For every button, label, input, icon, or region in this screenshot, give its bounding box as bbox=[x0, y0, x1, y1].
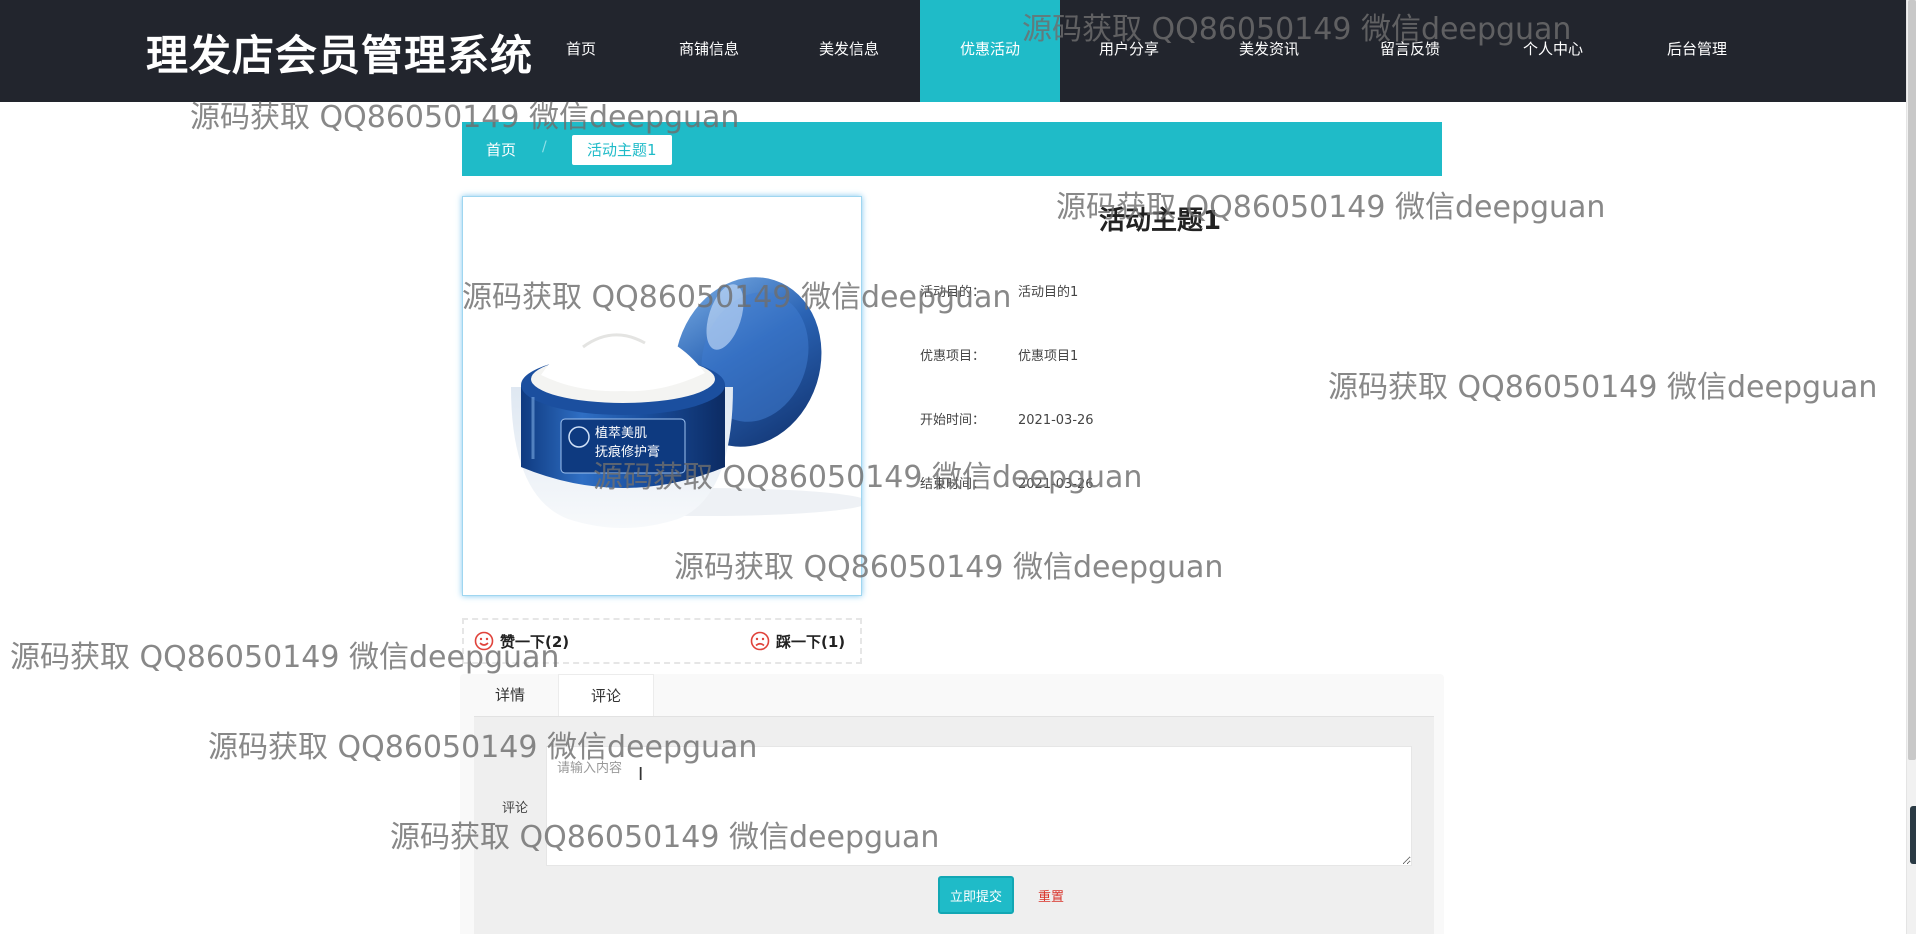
detail-value: 2021-03-26 bbox=[1018, 413, 1094, 428]
side-float-tab[interactable] bbox=[1910, 806, 1916, 864]
jar-label-line1: 植萃美肌 bbox=[595, 426, 647, 441]
tab-details[interactable]: 详情 bbox=[462, 674, 558, 716]
comment-input[interactable] bbox=[546, 746, 1412, 866]
breadcrumb-separator: / bbox=[542, 139, 547, 155]
breadcrumb-current: 活动主题1 bbox=[572, 135, 672, 165]
dislike-button[interactable]: 踩一下(1) bbox=[750, 631, 845, 652]
reset-button[interactable]: 重置 bbox=[1038, 886, 1064, 905]
detail-label: 活动目的： bbox=[920, 285, 986, 300]
top-header: 理发店会员管理系统 首页 商铺信息 美发信息 优惠活动 用户分享 美发资讯 留言… bbox=[0, 0, 1906, 102]
detail-value: 优惠项目1 bbox=[1018, 349, 1079, 364]
comment-label: 评论 bbox=[502, 801, 529, 816]
frown-icon bbox=[750, 631, 770, 651]
detail-row-start-time: 开始时间： 2021-03-26 bbox=[920, 409, 1094, 428]
detail-row-purpose: 活动目的： 活动目的1 bbox=[920, 281, 1078, 300]
detail-label: 结束时间： bbox=[920, 477, 986, 492]
breadcrumb-home-link[interactable]: 首页 bbox=[486, 139, 516, 160]
nav-item-hair-news[interactable]: 美发资讯 bbox=[1223, 0, 1315, 102]
detail-row-discount-item: 优惠项目： 优惠项目1 bbox=[920, 345, 1078, 364]
nav-item-hair-info[interactable]: 美发信息 bbox=[803, 0, 895, 102]
nav-item-user-center[interactable]: 个人中心 bbox=[1507, 0, 1599, 102]
nav-item-admin[interactable]: 后台管理 bbox=[1651, 0, 1743, 102]
like-button[interactable]: 赞一下(2) bbox=[474, 631, 569, 652]
page: 理发店会员管理系统 首页 商铺信息 美发信息 优惠活动 用户分享 美发资讯 留言… bbox=[0, 0, 1916, 934]
nav-item-feedback[interactable]: 留言反馈 bbox=[1364, 0, 1456, 102]
vote-box: 赞一下(2) 踩一下(1) bbox=[462, 618, 862, 664]
watermark: 源码获取 QQ86050149 微信deepguan bbox=[1328, 370, 1878, 405]
detail-value: 活动目的1 bbox=[1018, 285, 1079, 300]
nav-item-promotions[interactable]: 优惠活动 bbox=[920, 0, 1060, 102]
detail-label: 优惠项目： bbox=[920, 349, 986, 364]
nav-item-home[interactable]: 首页 bbox=[535, 0, 627, 102]
nav-item-shop-info[interactable]: 商铺信息 bbox=[663, 0, 755, 102]
like-label: 赞一下(2) bbox=[500, 633, 570, 651]
submit-button[interactable]: 立即提交 bbox=[938, 876, 1014, 914]
detail-label: 开始时间： bbox=[920, 413, 986, 428]
product-image: 植萃美肌 抚痕修护膏 bbox=[462, 196, 862, 596]
cream-jar-illustration: 植萃美肌 抚痕修护膏 bbox=[511, 277, 861, 528]
nav-item-user-share[interactable]: 用户分享 bbox=[1083, 0, 1175, 102]
dislike-label: 踩一下(1) bbox=[776, 633, 846, 651]
detail-row-end-time: 结束时间： 2021-03-26 bbox=[920, 473, 1094, 492]
page-scrollbar[interactable] bbox=[1906, 0, 1916, 934]
activity-title: 活动主题1 bbox=[1098, 206, 1222, 236]
jar-label-line2: 抚痕修护膏 bbox=[595, 444, 660, 460]
site-title: 理发店会员管理系统 bbox=[146, 31, 534, 80]
detail-value: 2021-03-26 bbox=[1018, 477, 1094, 492]
scrollbar-thumb[interactable] bbox=[1908, 0, 1916, 760]
smile-icon bbox=[474, 631, 494, 651]
breadcrumb: 首页 / 活动主题1 bbox=[462, 122, 1442, 176]
tab-comments[interactable]: 评论 bbox=[558, 674, 654, 716]
